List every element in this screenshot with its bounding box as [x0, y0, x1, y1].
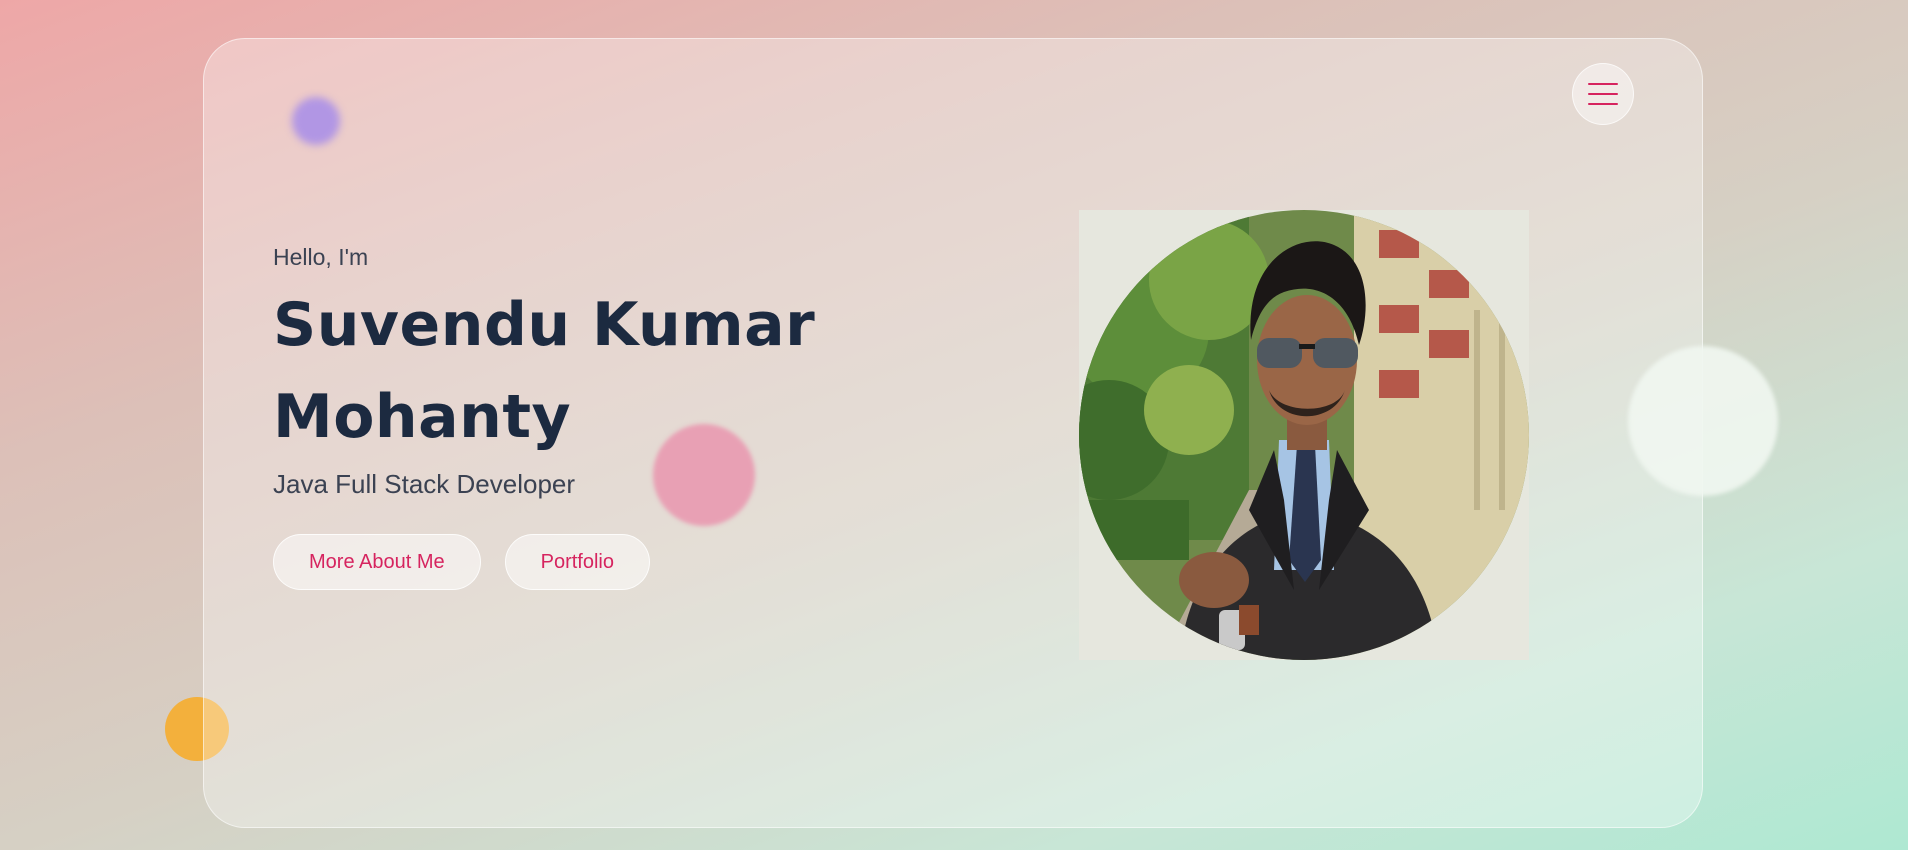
- profile-photo-frame: [1079, 210, 1529, 660]
- menu-button[interactable]: [1572, 63, 1634, 125]
- decorative-white-blob: [1628, 346, 1778, 496]
- more-about-me-button[interactable]: More About Me: [273, 534, 481, 590]
- profile-photo: [1079, 210, 1529, 660]
- job-title: Java Full Stack Developer: [273, 469, 576, 499]
- hero-actions: More About Me Portfolio: [273, 534, 893, 590]
- hero-name-line2: Mohanty: [273, 382, 572, 452]
- hero-intro: Hello, I'm Suvendu Kumar Mohanty Java Fu…: [273, 244, 893, 590]
- hero-name: Suvendu Kumar Mohanty: [273, 279, 893, 463]
- greeting-text: Hello, I'm: [273, 244, 369, 270]
- portfolio-button[interactable]: Portfolio: [504, 534, 650, 590]
- decorative-purple-blob: [292, 97, 340, 145]
- hero-name-line1: Suvendu Kumar: [273, 290, 816, 360]
- hero-card: Hello, I'm Suvendu Kumar Mohanty Java Fu…: [203, 38, 1703, 828]
